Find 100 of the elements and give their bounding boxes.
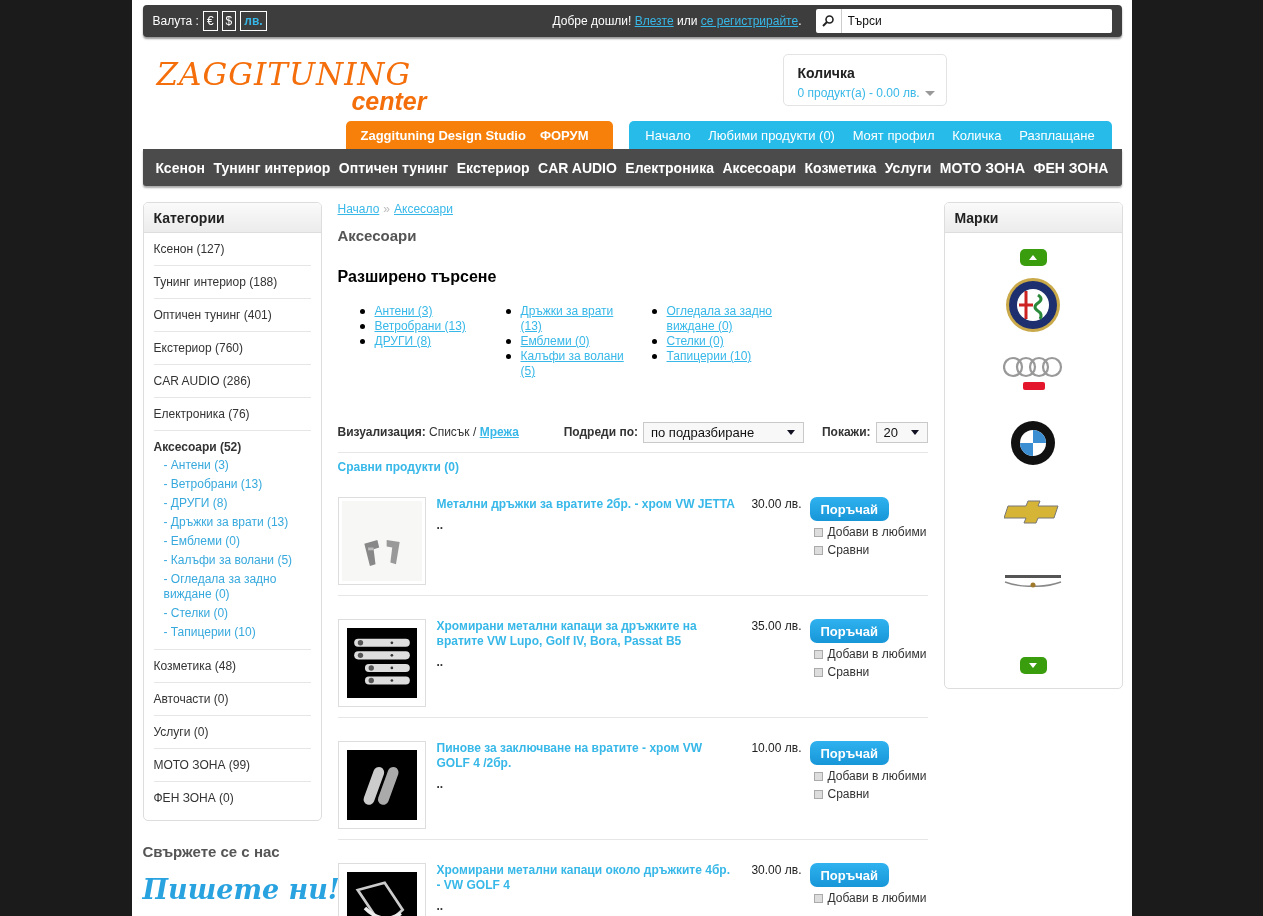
subcategory-link[interactable]: - Емблеми (0) (153, 530, 311, 549)
nav-link[interactable]: Козметика (804, 159, 877, 176)
logo-text[interactable]: ZAGGITUNING (156, 59, 412, 89)
subcategory-link[interactable]: - Огледала за задно виждане (0) (153, 568, 311, 602)
subcategory-link[interactable]: - Калъфи за волани (5) (153, 549, 311, 568)
sort-label: Подреди по: (563, 425, 638, 439)
category-link[interactable]: Екстериор (760) (153, 341, 243, 355)
subcategory-link[interactable]: - ДРУГИ (8) (153, 492, 311, 511)
category-link[interactable]: Козметика (48) (153, 659, 237, 673)
category-link[interactable]: МОТО ЗОНА (99) (153, 758, 251, 772)
header-tab[interactable]: Zaggituning Design Studio (353, 127, 533, 143)
currency-label: Валута : (152, 14, 199, 28)
wishlist-link[interactable]: Добави в любими (827, 525, 927, 539)
header-tab[interactable]: Моят профил (845, 127, 942, 143)
refine-link[interactable]: Огледала за задно виждане (0) (666, 304, 782, 334)
compare-product-link[interactable]: Сравни (827, 787, 870, 801)
category-link[interactable]: Аксесоари (52) (153, 440, 242, 454)
order-button[interactable]: Поръчай (809, 741, 889, 765)
rings-logo-icon[interactable] (1003, 355, 1063, 392)
login-link[interactable]: Влезте (634, 14, 674, 28)
refine-link[interactable]: Тапицерии (10) (666, 349, 782, 364)
category-link[interactable]: Оптичен тунинг (401) (153, 308, 272, 322)
roundel-logo-icon[interactable] (1010, 419, 1056, 466)
sort-dropdown[interactable]: по подразбиране (643, 421, 804, 443)
category-link[interactable]: ФЕН ЗОНА (0) (153, 791, 234, 805)
scroll-up-button[interactable] (1019, 249, 1047, 266)
refine-link[interactable]: Антени (3) (374, 304, 490, 319)
currency-option[interactable]: лв. (240, 11, 267, 31)
currency-option[interactable]: $ (221, 11, 237, 31)
refine-link[interactable]: Ветробрани (13) (374, 319, 490, 334)
wings-logo-icon[interactable] (1003, 573, 1063, 588)
header-tab[interactable]: Любими продукти (0) (701, 127, 842, 143)
write-us-link[interactable]: Пишете ни! (142, 874, 340, 905)
category-link[interactable]: Услуги (0) (153, 725, 209, 739)
subcategory-link[interactable]: - Ветробрани (13) (153, 473, 311, 492)
bullet-icon (651, 339, 657, 344)
product-price: 10.00 лв. (750, 741, 802, 757)
category-link[interactable]: Ксенон (127) (153, 242, 225, 256)
product-name-link[interactable]: Пинове за заключване на вратите - хром VW GOLF 4 /2бр. (436, 741, 737, 771)
refine-link[interactable]: Дръжки за врати (13) (520, 304, 636, 334)
header-tab[interactable]: Разплащане (1012, 127, 1102, 143)
nav-link[interactable]: ФЕН ЗОНА (1033, 159, 1109, 176)
order-button[interactable]: Поръчай (809, 619, 889, 643)
subcategory-link[interactable]: - Дръжки за врати (13) (153, 511, 311, 530)
wishlist-link[interactable]: Добави в любими (827, 769, 927, 783)
breadcrumb-link[interactable]: Начало (337, 202, 380, 216)
product-name-link[interactable]: Хромирани метални капаци за дръжките на вратите VW Lupo, Golf IV, Bora, Passat B5 (436, 619, 737, 649)
product-image-frame[interactable] (337, 619, 426, 707)
product-price: 30.00 лв. (750, 863, 802, 879)
subcategory-link[interactable]: - Стелки (0) (153, 602, 311, 621)
category-link[interactable]: Авточасти (0) (153, 692, 229, 706)
nav-link[interactable]: CAR AUDIO (538, 159, 617, 176)
refine-link[interactable]: ДРУГИ (8) (374, 334, 490, 349)
wishlist-link[interactable]: Добави в любими (827, 647, 927, 661)
compare-product-link[interactable]: Сравни (827, 543, 870, 557)
order-button[interactable]: Поръчай (809, 497, 889, 521)
bullet-icon (359, 309, 365, 314)
bowtie-logo-icon[interactable] (1004, 499, 1062, 524)
category-link[interactable]: CAR AUDIO (286) (153, 374, 251, 388)
subcategory-link[interactable]: - Антени (3) (153, 454, 311, 473)
header-tab[interactable]: Начало (638, 127, 698, 143)
scroll-down-button[interactable] (1019, 657, 1047, 674)
list-view-text: Списък (429, 425, 470, 439)
nav-link[interactable]: Аксесоари (722, 159, 797, 176)
cart-box[interactable]: Количка 0 продукт(а) - 0.00 лв. (782, 54, 947, 106)
grid-view-link[interactable]: Мрежа (479, 425, 519, 439)
cart-summary[interactable]: 0 продукт(а) - 0.00 лв. (797, 86, 920, 100)
product-name-link[interactable]: Метални дръжки за вратите 2бр. - хром VW JETTA (436, 497, 737, 512)
search-button[interactable] (815, 9, 842, 33)
logo-subtitle[interactable]: center (351, 89, 427, 113)
product-image-frame[interactable] (337, 741, 426, 829)
header-tab[interactable]: Количка (945, 127, 1009, 143)
nav-link[interactable]: Ксенон (155, 159, 205, 176)
refine-link[interactable]: Стелки (0) (666, 334, 782, 349)
product-name-link[interactable]: Хромирани метални капаци около дръжките 4бр. - VW GOLF 4 (436, 863, 737, 893)
refine-link[interactable]: Емблеми (0) (520, 334, 636, 349)
nav-link[interactable]: Тунинг интериор (213, 159, 331, 176)
header-tab[interactable]: ФОРУМ (532, 127, 596, 143)
refine-link[interactable]: Калъфи за волани (5) (520, 349, 636, 379)
search-field[interactable]: Търси (841, 9, 1112, 33)
currency-option[interactable]: € (202, 11, 218, 31)
nav-link[interactable]: Оптичен тунинг (338, 159, 449, 176)
section-title: Разширено търсене (337, 268, 497, 286)
breadcrumb-link[interactable]: Аксесоари (394, 202, 453, 216)
bullet-icon (359, 339, 365, 344)
compare-product-link[interactable]: Сравни (827, 665, 870, 679)
order-button[interactable]: Поръчай (809, 863, 889, 887)
wishlist-link[interactable]: Добави в любими (827, 891, 927, 905)
breadcrumb-separator: » (383, 202, 390, 216)
search-icon (822, 15, 834, 27)
nav-link[interactable]: Електроника (625, 159, 714, 176)
compare-link[interactable]: Сравни продукти (0) (337, 460, 459, 474)
nav-link[interactable]: Екстериор (456, 159, 530, 176)
roundel-logo-icon[interactable] (1005, 276, 1061, 333)
category-link[interactable]: Тунинг интериор (188) (153, 275, 278, 289)
nav-link[interactable]: МОТО ЗОНА (939, 159, 1026, 176)
limit-dropdown[interactable]: 20 (875, 421, 928, 443)
nav-link[interactable]: Услуги (884, 159, 932, 176)
category-link[interactable]: Електроника (76) (153, 407, 250, 421)
subcategory-link[interactable]: - Тапицерии (10) (153, 621, 311, 640)
